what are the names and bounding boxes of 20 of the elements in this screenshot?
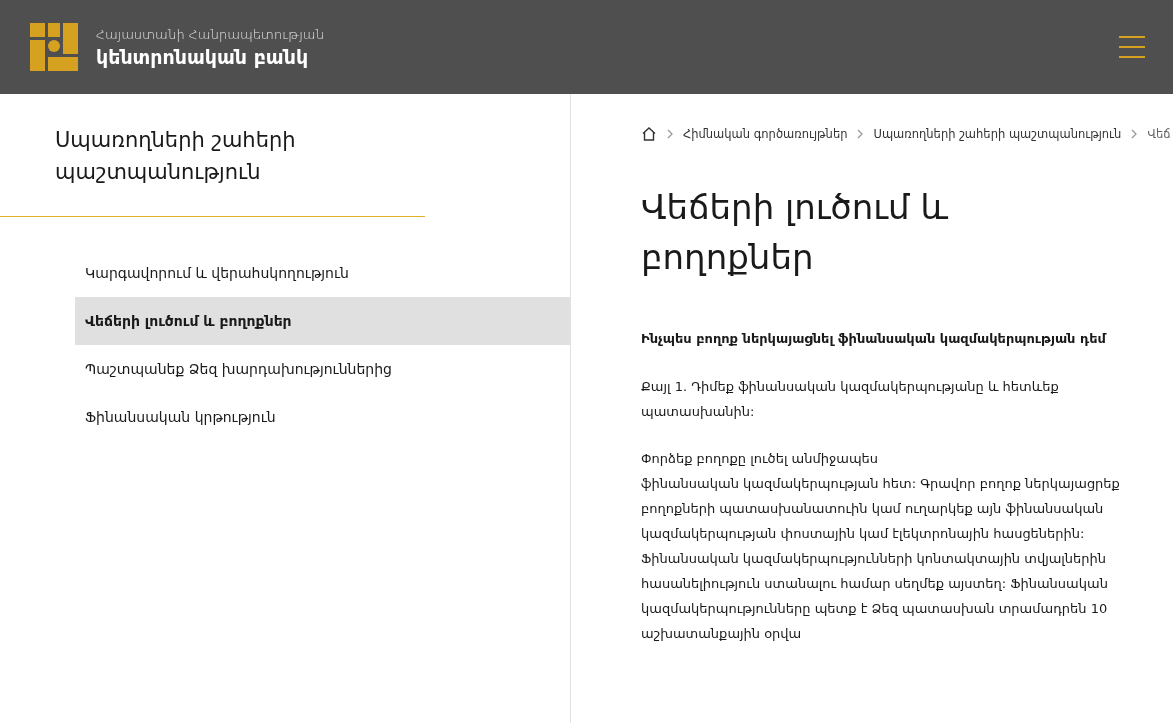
paragraph: Փորձեք բողոքը լուծել անմիջապես [641, 450, 880, 468]
bank-logo-icon [30, 23, 78, 71]
bank-name-subtitle: Հայաստանի Հանրապետության [96, 26, 325, 42]
chevron-right-icon [1131, 129, 1138, 139]
page-title: Վեճերի լուծում և բողոքներ [641, 186, 949, 279]
sidebar-item[interactable]: Ֆինանսական կրթություն [75, 393, 570, 441]
bank-name: կենտրոնական բանկ [96, 45, 310, 68]
paragraph: Քայլ 1. Դիմեք ֆինանսական կազմակերպությանը և հետևեք պատասխանին: [641, 378, 1060, 421]
sidebar-item[interactable]: Վեճերի լուծում և բողոքներ [75, 297, 570, 345]
home-icon[interactable] [641, 126, 657, 142]
breadcrumb-link[interactable]: Սպառողների շահերի պաշտպանություն [873, 127, 1122, 141]
sidebar-item[interactable]: Պաշտպանեք Ձեզ խարդախություններից [75, 345, 570, 393]
article-subtitle: Ինչպես բողոք ներկայացնել ֆինանսական կազմակերպության դեմ [641, 330, 1108, 348]
breadcrumb-link[interactable]: Հիմնական գործառույթներ [683, 127, 848, 141]
section-title: Սպառողների շահերի պաշտպանություն [0, 94, 425, 217]
paragraph: ֆինանսական կազմակերպության հետ: Գրավոր բողոք ներկայացրեք բողոքների պատասխանատուին կամ ուղարկեք այն ֆինանսական կազմակերպության փոստային կամ էլեկտրոնային հասցեներին: Ֆինանսական կազմակերպությունների կոնտակտային տվյալներին հասանելիություն ստանալու համար սեղմեք այստեղ: Ֆինանսական կազմակերպությունները պետք է Ձեզ պատասխան տրամադրեն 10 աշխատանքային օրվա [641, 475, 1121, 643]
chevron-right-icon [667, 129, 673, 139]
chevron-right-icon [857, 129, 864, 139]
sidebar-item[interactable]: Կարգավորում և վերահսկողություն [75, 249, 570, 297]
breadcrumb-link[interactable]: Վեճ [1147, 127, 1171, 141]
